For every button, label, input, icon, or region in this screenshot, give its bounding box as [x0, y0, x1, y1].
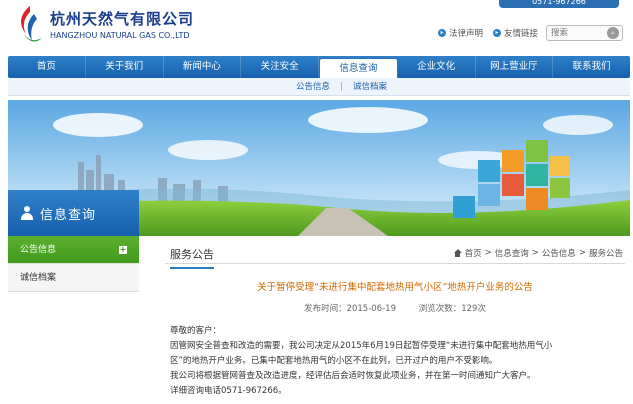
body-paragraph: 区”的地热开户业务。已集中配套地热用气的小区不在此列，已开过户的用户不受影响。 [170, 356, 498, 366]
nav-home[interactable]: 首页 [8, 56, 86, 78]
article-title: 关于暂停受理“未进行集中配套地热用气小区”地热开户业务的公告 [257, 282, 533, 293]
hotline-number: 0571-967266 [499, 0, 619, 8]
nav-online-hall[interactable]: 网上营业厅 [476, 56, 554, 78]
arrow-right-icon: ▸ [437, 29, 446, 37]
brand-name-cn: 杭州天然气有限公司 [50, 10, 195, 28]
article-body: 尊敬的客户： 因管网安全普查和改造的需要，我公司决定从2015年6月19日起暂停… [170, 324, 622, 399]
breadcrumb-announcements[interactable]: 公告信息 [542, 247, 576, 259]
main-nav: 首页 关于我们 新闻中心 关注安全 信息查询 企业文化 网上营业厅 联系我们 [8, 56, 630, 78]
search-box: ⌕ [546, 25, 623, 41]
breadcrumb-service-notice: 服务公告 [588, 249, 623, 259]
friend-links-label: 友情链接 [503, 29, 538, 39]
search-icon[interactable]: ⌕ [607, 27, 619, 39]
sidebar-item-announcements[interactable]: 公告信息 + [8, 236, 139, 264]
breadcrumb-separator: > [484, 248, 492, 258]
sidebar-menu: 公告信息 + 诚信档案 [8, 236, 139, 292]
body-greeting: 尊敬的客户： [170, 326, 222, 336]
subnav-announcements[interactable]: 公告信息 [296, 78, 330, 95]
legal-notice-label: 法律声明 [448, 29, 483, 39]
sub-nav: 公告信息 | 诚信档案 [8, 78, 630, 96]
nav-info-query[interactable]: 信息查询 [319, 58, 398, 78]
publish-time: 发布时间：2015-06-19 [304, 304, 396, 314]
view-count: 浏览次数：129次 [418, 304, 486, 314]
nav-contact[interactable]: 联系我们 [553, 56, 630, 78]
search-input[interactable] [547, 28, 607, 38]
sidebar-title-text: 信息查询 [40, 207, 97, 223]
body-paragraph: 因管网安全普查和改造的需要，我公司决定从2015年6月19日起暂停受理“未进行集… [170, 341, 553, 351]
content-header: 服务公告 首页 > 信息查询 > 公告信息 > 服务公告 [165, 242, 625, 269]
user-icon [20, 206, 34, 220]
nav-about[interactable]: 关于我们 [86, 56, 164, 78]
breadcrumb-separator: > [531, 248, 539, 258]
nav-culture[interactable]: 企业文化 [398, 56, 476, 78]
article-meta: 发布时间：2015-06-19 浏览次数：129次 [170, 302, 620, 314]
section-title: 服务公告 [170, 246, 214, 269]
breadcrumb-home[interactable]: 首页 [465, 247, 482, 259]
plus-icon: + [119, 245, 127, 254]
sidebar-item-label: 诚信档案 [20, 273, 57, 283]
main-content: 服务公告 首页 > 信息查询 > 公告信息 > 服务公告 关于暂停受理“未进行集… [150, 236, 630, 404]
sidebar-item-label: 公告信息 [20, 245, 57, 255]
company-logo-icon[interactable] [14, 4, 44, 48]
arrow-right-icon: ▸ [492, 29, 501, 37]
breadcrumb-info-query[interactable]: 信息查询 [495, 247, 529, 259]
home-icon [453, 249, 462, 257]
sidebar-title: 信息查询 [8, 190, 139, 236]
site-header: 杭州天然气有限公司 HANGZHOU NATURAL GAS CO.,LTD 0… [0, 0, 633, 55]
subnav-separator: | [340, 82, 343, 92]
body-contact: 详细咨询电话0571-967266。 [170, 386, 287, 396]
legal-notice-link[interactable]: ▸ 法律声明 [437, 27, 483, 39]
brand-name-en: HANGZHOU NATURAL GAS CO.,LTD [50, 31, 190, 40]
nav-safety[interactable]: 关注安全 [241, 56, 319, 78]
top-links: ▸ 法律声明 ▸ 友情链接 [437, 27, 538, 39]
subnav-credit-records[interactable]: 诚信档案 [353, 78, 387, 95]
nav-news[interactable]: 新闻中心 [164, 56, 242, 78]
friend-links-link[interactable]: ▸ 友情链接 [492, 27, 538, 39]
breadcrumb-separator: > [578, 248, 586, 258]
body-paragraph: 我公司将根据管网普查及改造进度，经评估后会适时恢复此项业务，并在第一时间通知广大… [170, 371, 536, 381]
breadcrumb: 首页 > 信息查询 > 公告信息 > 服务公告 [453, 247, 623, 259]
sidebar-item-credit-records[interactable]: 诚信档案 [8, 264, 139, 292]
